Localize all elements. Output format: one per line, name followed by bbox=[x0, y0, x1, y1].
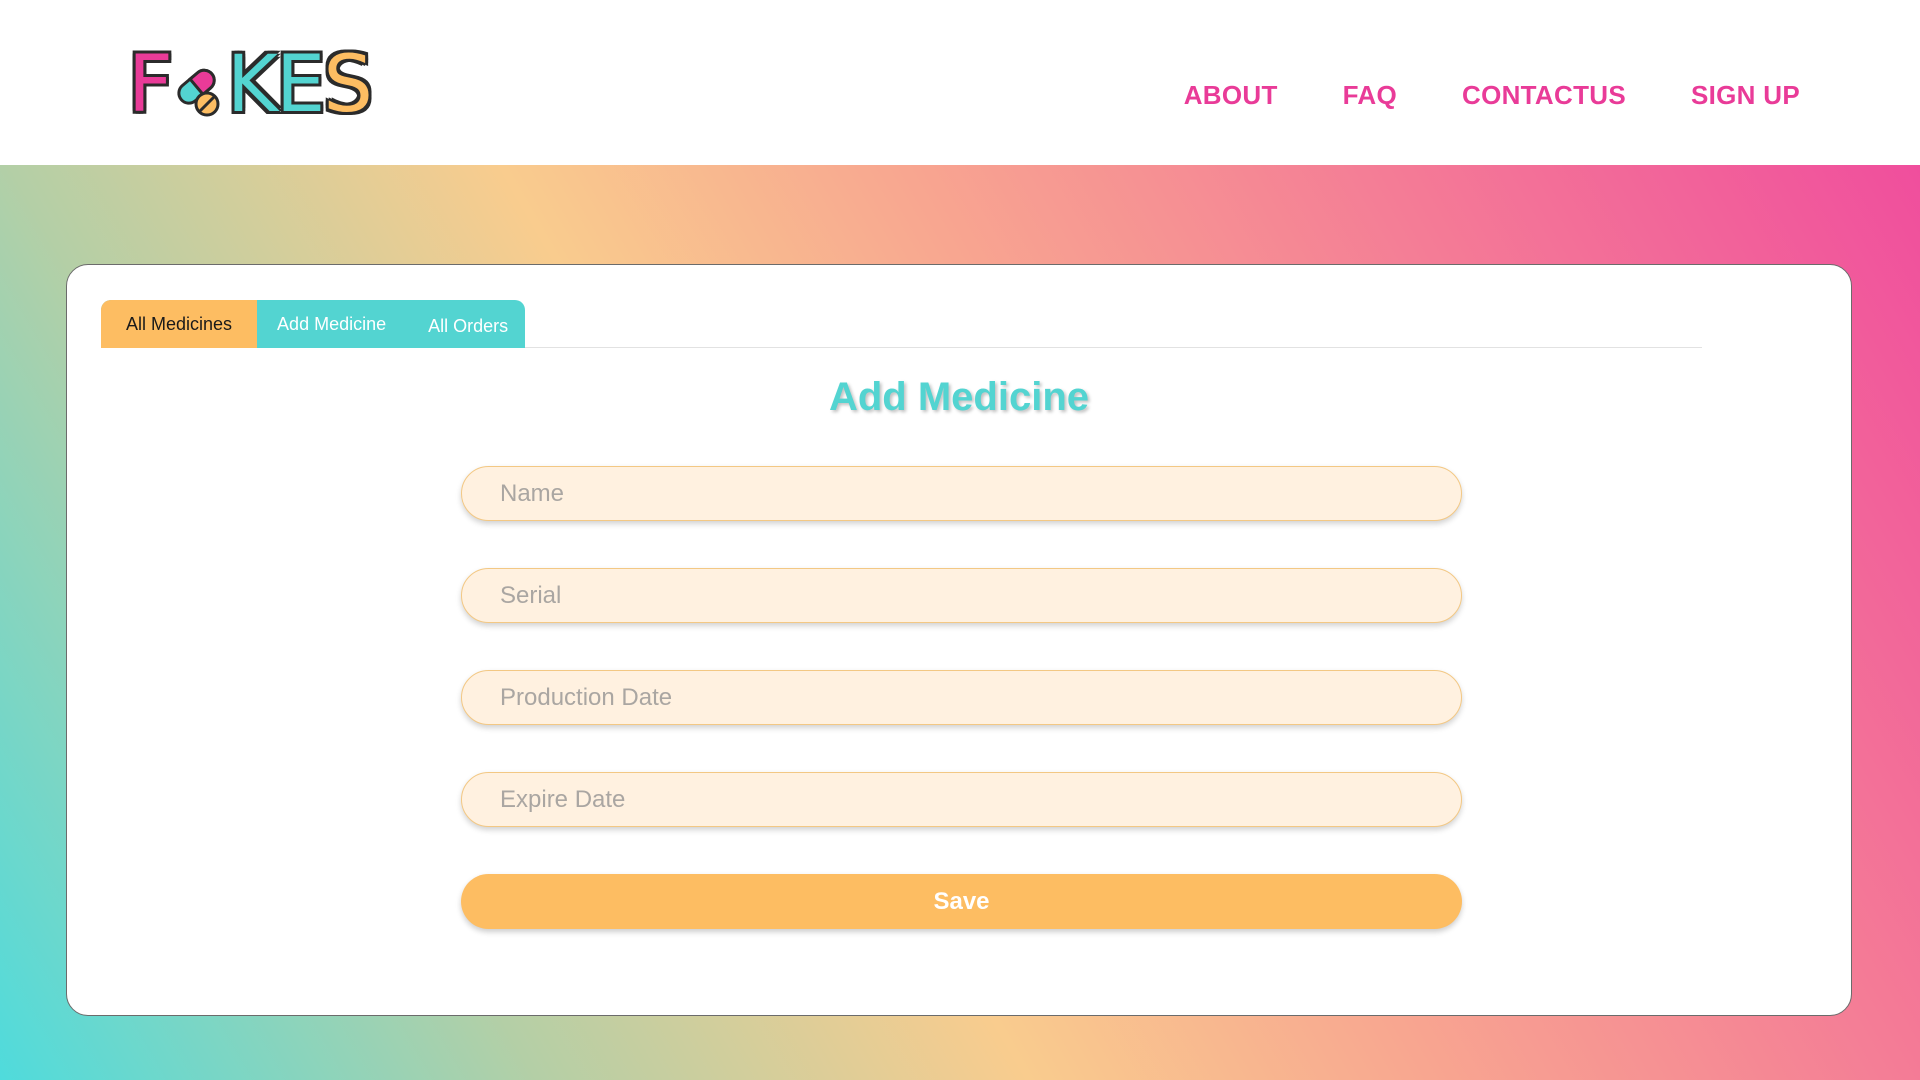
site-header: F KES ABOUT FAQ CONTACTUS SIGN UP bbox=[0, 0, 1920, 165]
nav-faq-link[interactable]: FAQ bbox=[1343, 80, 1397, 111]
tab-bar: All Medicines Add Medicine All Orders bbox=[101, 300, 1702, 348]
fakes-logo[interactable]: F KES bbox=[128, 40, 373, 130]
production-date-input[interactable] bbox=[461, 670, 1462, 725]
pill-icon bbox=[173, 55, 225, 117]
nav-signup-link[interactable]: SIGN UP bbox=[1691, 80, 1800, 111]
nav-contactus-link[interactable]: CONTACTUS bbox=[1462, 80, 1626, 111]
tab-all-orders[interactable]: All Orders bbox=[406, 300, 525, 348]
save-button[interactable]: Save bbox=[461, 874, 1462, 929]
form-title: Add Medicine bbox=[828, 375, 1090, 419]
nav-about-link[interactable]: ABOUT bbox=[1184, 80, 1278, 111]
logo-letter-s: S bbox=[323, 40, 372, 130]
tab-add-medicine[interactable]: Add Medicine bbox=[257, 300, 406, 348]
tab-all-medicines[interactable]: All Medicines bbox=[101, 300, 258, 348]
tab-group: All Medicines Add Medicine All Orders bbox=[101, 300, 526, 348]
logo-letters-kes: KES bbox=[227, 46, 373, 124]
name-input[interactable] bbox=[461, 466, 1462, 521]
serial-input[interactable] bbox=[461, 568, 1462, 623]
medicine-card: All Medicines Add Medicine All Orders Ad… bbox=[66, 264, 1852, 1016]
logo-letter-f: F bbox=[128, 40, 173, 130]
top-nav: ABOUT FAQ CONTACTUS SIGN UP bbox=[1184, 80, 1800, 111]
expire-date-input[interactable] bbox=[461, 772, 1462, 827]
logo-letters-ke: KE bbox=[226, 40, 325, 130]
